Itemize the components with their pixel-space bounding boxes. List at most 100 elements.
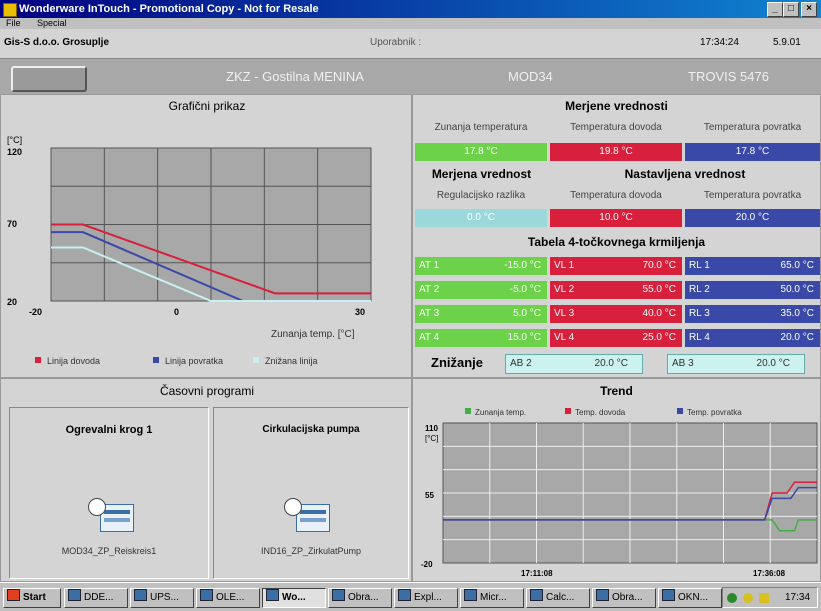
y-tick-label: 70: [7, 219, 17, 229]
value-return-setpoint[interactable]: 20.0 °C: [685, 209, 820, 227]
table4-at-cell[interactable]: AT 3 5.0 °C: [415, 305, 547, 323]
legend-label: Temp. dovoda: [575, 408, 626, 417]
taskbar-button[interactable]: Obra...: [328, 588, 392, 608]
label-return-setpoint: Temperatura povratka: [703, 190, 802, 201]
taskbar-button[interactable]: Calc...: [526, 588, 590, 608]
table4-at-value: 5.0 °C: [513, 308, 541, 319]
table4-at-label: AT 2: [419, 284, 440, 295]
app-icon: [332, 589, 345, 601]
app-icon: [530, 589, 543, 601]
taskbar-button-label: Wo...: [282, 592, 306, 603]
program-heating-title: Ogrevalni krog 1: [65, 424, 153, 436]
tray-volume-icon[interactable]: [743, 593, 753, 603]
table4-rl-label: RL 2: [689, 284, 710, 295]
x-tick-label: 30: [355, 307, 365, 317]
clock-calendar-icon[interactable]: [284, 498, 332, 536]
taskbar-button[interactable]: Micr...: [460, 588, 524, 608]
table4-rl-cell[interactable]: RL 1 65.0 °C: [685, 257, 820, 275]
table4-rl-value: 35.0 °C: [780, 308, 814, 319]
taskbar-clock[interactable]: 17:34: [785, 588, 810, 608]
table4-rl-label: RL 3: [689, 308, 710, 319]
minimize-button[interactable]: _: [767, 2, 783, 17]
table4-vl-cell[interactable]: VL 3 40.0 °C: [550, 305, 682, 323]
app-icon: [398, 589, 411, 601]
table4-vl-value: 70.0 °C: [642, 260, 676, 271]
trend-panel: Trend Zunanja temp. Temp. dovoda Temp. p…: [412, 378, 821, 582]
clock-calendar-icon[interactable]: [88, 498, 136, 536]
start-label: Start: [23, 592, 46, 603]
system-tray: 17:34: [722, 587, 818, 608]
table4-at-cell[interactable]: AT 2 -5.0 °C: [415, 281, 547, 299]
program-circulation-pump[interactable]: Cirkulacijska pumpa IND16_ZP_ZirkulatPum…: [213, 407, 409, 579]
value-supply-temp: 19.8 °C: [550, 143, 682, 161]
table4-rl-value: 20.0 °C: [780, 332, 814, 343]
table4-at-cell[interactable]: AT 4 15.0 °C: [415, 329, 547, 347]
value-supply-setpoint[interactable]: 10.0 °C: [550, 209, 682, 227]
back-button[interactable]: [11, 66, 87, 92]
legend-swatch: [35, 357, 41, 363]
graph-panel: Grafični prikaz [°C] 120 70 20 -20 0 30 …: [0, 94, 412, 378]
taskbar-button-label: DDE...: [84, 592, 114, 603]
tray-network-icon[interactable]: [727, 593, 737, 603]
value-outdoor-temp: 17.8 °C: [415, 143, 547, 161]
clock-time: 17:34:24: [700, 37, 739, 48]
app-icon: [3, 3, 17, 17]
user-label: Uporabnik :: [370, 37, 422, 48]
trend-x-tick: 17:11:08: [521, 569, 553, 578]
menu-file[interactable]: File: [6, 18, 21, 28]
legend-swatch: [677, 408, 683, 414]
y-tick-label: 120: [7, 147, 22, 157]
table4-at-value: -5.0 °C: [509, 284, 541, 295]
table4-vl-cell[interactable]: VL 2 55.0 °C: [550, 281, 682, 299]
trend-x-tick: 17:36:08: [753, 569, 786, 578]
windows-logo-icon: [7, 589, 20, 601]
menu-special[interactable]: Special: [37, 18, 67, 28]
ab3-field[interactable]: AB 3 20.0 °C: [667, 354, 805, 374]
app-icon: [68, 589, 81, 601]
legend-swatch: [253, 357, 259, 363]
reduction-label: Znižanje: [431, 355, 484, 370]
table4-at-value: 15.0 °C: [507, 332, 541, 343]
value-control-diff: 0.0 °C: [415, 209, 547, 227]
table4-rl-label: RL 1: [689, 260, 710, 271]
label-supply-setpoint: Temperatura dovoda: [570, 190, 662, 201]
taskbar-button[interactable]: OKN...: [658, 588, 722, 608]
label-return-temp: Temperatura povratka: [703, 122, 802, 133]
legend-label: Linija povratka: [165, 356, 223, 366]
table4-at-cell[interactable]: AT 1 -15.0 °C: [415, 257, 547, 275]
graph-panel-title: Grafični prikaz: [168, 99, 246, 113]
close-button[interactable]: ×: [801, 2, 817, 17]
taskbar-button[interactable]: UPS...: [130, 588, 194, 608]
company-name: Gis-S d.o.o. Grosuplje: [4, 37, 110, 48]
taskbar-button-label: Obra...: [348, 592, 379, 603]
table4-vl-label: VL 3: [554, 308, 575, 319]
taskbar-button-label: UPS...: [150, 592, 179, 603]
window-title-bar[interactable]: Wonderware InTouch - Promotional Copy - …: [0, 0, 821, 18]
table4-vl-cell[interactable]: VL 1 70.0 °C: [550, 257, 682, 275]
table4-vl-cell[interactable]: VL 4 25.0 °C: [550, 329, 682, 347]
program-heating-circuit[interactable]: Ogrevalni krog 1 MOD34_ZP_Reiskreis1: [9, 407, 209, 579]
table4-rl-value: 65.0 °C: [780, 260, 814, 271]
tray-app-icon[interactable]: [759, 593, 769, 603]
taskbar-button[interactable]: Wo...: [262, 588, 326, 608]
header-bar: ZKZ - Gostilna MENINA MOD34 TROVIS 5476: [0, 59, 821, 94]
label-supply-temp: Temperatura dovoda: [570, 122, 662, 133]
clock-date: 5.9.01: [773, 37, 801, 48]
ab2-field[interactable]: AB 2 20.0 °C: [505, 354, 643, 374]
table4-rl-value: 50.0 °C: [780, 284, 814, 295]
start-button[interactable]: Start: [3, 588, 61, 608]
controller-title: TROVIS 5476: [688, 69, 769, 84]
maximize-button[interactable]: □: [783, 2, 799, 17]
measured-value-title: Merjena vrednost: [431, 167, 532, 181]
table4-rl-cell[interactable]: RL 4 20.0 °C: [685, 329, 820, 347]
taskbar-button-label: Obra...: [612, 592, 643, 603]
taskbar-button[interactable]: OLE...: [196, 588, 260, 608]
table4-vl-value: 40.0 °C: [642, 308, 676, 319]
table4-rl-cell[interactable]: RL 2 50.0 °C: [685, 281, 820, 299]
taskbar-button[interactable]: DDE...: [64, 588, 128, 608]
table4-rl-cell[interactable]: RL 3 35.0 °C: [685, 305, 820, 323]
taskbar-button[interactable]: Obra...: [592, 588, 656, 608]
app-icon: [266, 589, 279, 601]
taskbar-button[interactable]: Expl...: [394, 588, 458, 608]
value-return-temp: 17.8 °C: [685, 143, 820, 161]
